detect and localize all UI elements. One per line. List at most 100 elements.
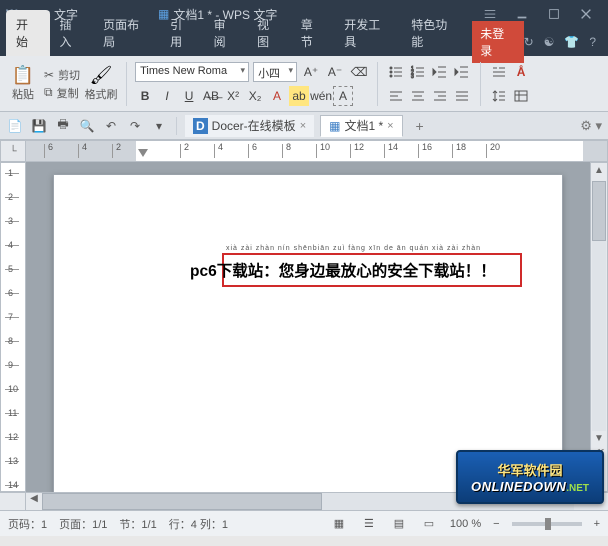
- redo-icon[interactable]: ↷: [126, 117, 144, 135]
- pin-icon[interactable]: 👕: [564, 35, 579, 49]
- brush-icon: 🖌: [90, 65, 113, 86]
- paste-button[interactable]: 📋 粘贴: [6, 65, 40, 102]
- doc1-tab[interactable]: ▦ 文档1 * ×: [320, 115, 402, 137]
- new-tab-button[interactable]: +: [409, 115, 431, 137]
- phonetic-button[interactable]: wén: [311, 86, 331, 106]
- print-preview-icon[interactable]: 🔍: [78, 117, 96, 135]
- align-justify-button[interactable]: [452, 86, 472, 106]
- watermark-en: ONLINEDOWN: [471, 479, 566, 494]
- docer-tab[interactable]: D Docer-在线模板 ×: [185, 115, 314, 137]
- document-text[interactable]: xià zài zhàn nín shēnbiān zuì fàng xīn d…: [190, 259, 496, 281]
- undo-icon[interactable]: ↶: [102, 117, 120, 135]
- h-scroll-thumb[interactable]: [42, 493, 322, 510]
- tab-chapter[interactable]: 章节: [291, 10, 335, 56]
- bold-button[interactable]: B: [135, 86, 155, 106]
- shrink-font-button[interactable]: A⁻: [325, 62, 345, 82]
- scroll-left-arrow[interactable]: ◀: [26, 493, 42, 510]
- tab-reference[interactable]: 引用: [160, 10, 204, 56]
- scroll-thumb[interactable]: [592, 181, 606, 241]
- font-color-button[interactable]: A: [267, 86, 287, 106]
- indent-increase-button[interactable]: [452, 62, 472, 82]
- indent-decrease-button[interactable]: [430, 62, 450, 82]
- new-doc-icon[interactable]: 📄: [6, 117, 24, 135]
- doc1-label: 文档1 *: [344, 117, 383, 134]
- shading-button[interactable]: [511, 86, 531, 106]
- copy-button[interactable]: ⧉复制: [44, 85, 80, 101]
- tab-settings-icon[interactable]: ⚙ ▾: [580, 118, 602, 134]
- tab-features[interactable]: 特色功能: [401, 10, 468, 56]
- text-direction-button[interactable]: Å: [511, 62, 531, 82]
- left-indent-marker[interactable]: [138, 149, 148, 159]
- maximize-button[interactable]: [538, 0, 570, 28]
- doc1-close-icon[interactable]: ×: [387, 120, 393, 132]
- tabs-button[interactable]: [489, 62, 509, 82]
- paste-label: 粘贴: [12, 86, 34, 102]
- bullets-button[interactable]: [386, 62, 406, 82]
- document-tab-row: 📄 💾 🖶 🔍 ↶ ↷ ▾ D Docer-在线模板 × ▦ 文档1 * × +…: [0, 112, 608, 140]
- align-left-button[interactable]: [386, 86, 406, 106]
- zoom-in-button[interactable]: +: [594, 518, 600, 530]
- print-icon[interactable]: 🖶: [54, 117, 72, 135]
- view-reading-button[interactable]: ▭: [420, 515, 438, 533]
- sync-icon[interactable]: ↻: [524, 35, 534, 49]
- docer-icon: D: [193, 118, 208, 134]
- clear-format-button[interactable]: ⌫: [349, 62, 369, 82]
- align-center-button[interactable]: [408, 86, 428, 106]
- status-page-number: 页码：1: [8, 516, 47, 532]
- tab-review[interactable]: 审阅: [204, 10, 248, 56]
- close-button[interactable]: [570, 0, 602, 28]
- zoom-slider[interactable]: [512, 522, 582, 526]
- horizontal-ruler[interactable]: 6 4 2 2 4 6 8 10 12 14 16 18 20: [26, 140, 608, 162]
- zoom-out-button[interactable]: −: [493, 518, 499, 530]
- login-button[interactable]: 未登录: [472, 21, 523, 63]
- scroll-up-arrow[interactable]: ▲: [592, 165, 606, 179]
- status-page-count: 页面：1/1: [59, 516, 107, 532]
- format-painter-button[interactable]: 🖌 格式刷: [84, 65, 118, 102]
- docer-label: Docer-在线模板: [212, 117, 296, 134]
- document-page[interactable]: xià zài zhàn nín shēnbiān zuì fàng xīn d…: [53, 174, 563, 492]
- zoom-label[interactable]: 100 %: [450, 518, 481, 530]
- ruler-corner[interactable]: └: [0, 140, 26, 162]
- vertical-ruler[interactable]: 1 2 3 4 5 6 7 8 9 10 11 12 13 14: [0, 162, 26, 492]
- italic-button[interactable]: I: [157, 86, 177, 106]
- view-print-layout-button[interactable]: ▦: [330, 515, 348, 533]
- status-bar: 页码：1 页面：1/1 节：1/1 行：4 列：1 ▦ ☰ ▤ ▭ 100 % …: [0, 510, 608, 536]
- text-layout-group: Å: [489, 62, 531, 106]
- tab-insert[interactable]: 插入: [50, 10, 94, 56]
- docer-close-icon[interactable]: ×: [300, 120, 306, 132]
- font-size-select[interactable]: 小四: [253, 62, 297, 82]
- strike-button[interactable]: A̶B̶: [201, 86, 221, 106]
- superscript-button[interactable]: X²: [223, 86, 243, 106]
- work-area: 1 2 3 4 5 6 7 8 9 10 11 12 13 14 xià zài…: [0, 162, 608, 492]
- scroll-down-arrow[interactable]: ▼: [592, 433, 606, 447]
- font-group: Times New Roma 小四 A⁺ A⁻ ⌫ B I U A̶B̶ X² …: [135, 62, 369, 106]
- save-icon[interactable]: 💾: [30, 117, 48, 135]
- zoom-knob[interactable]: [545, 518, 551, 530]
- view-web-button[interactable]: ▤: [390, 515, 408, 533]
- align-right-button[interactable]: [430, 86, 450, 106]
- char-border-button[interactable]: A: [333, 86, 353, 106]
- scroll-track[interactable]: [592, 181, 606, 431]
- view-outline-button[interactable]: ☰: [360, 515, 378, 533]
- tab-devtools[interactable]: 开发工具: [334, 10, 401, 56]
- vertical-scrollbar[interactable]: ▲ ▼ ≪ ○ ≫: [590, 162, 608, 492]
- numbering-button[interactable]: 123: [408, 62, 428, 82]
- tab-view[interactable]: 视图: [247, 10, 291, 56]
- copy-icon: ⧉: [44, 85, 53, 100]
- svg-text:3: 3: [411, 74, 414, 80]
- tab-page-layout[interactable]: 页面布局: [93, 10, 160, 56]
- watermark-cn: 华军软件园: [497, 460, 562, 479]
- pinyin-annotation: xià zài zhàn nín shēnbiān zuì fàng xīn d…: [226, 245, 481, 252]
- subscript-button[interactable]: X₂: [245, 86, 265, 106]
- page-canvas[interactable]: xià zài zhàn nín shēnbiān zuì fàng xīn d…: [26, 162, 590, 492]
- skin-icon[interactable]: ☯: [544, 35, 555, 49]
- highlight-button[interactable]: ab: [289, 86, 309, 106]
- help-icon[interactable]: ?: [589, 35, 596, 49]
- line-spacing-button[interactable]: [489, 86, 509, 106]
- underline-button[interactable]: U: [179, 86, 199, 106]
- qat-dropdown[interactable]: ▾: [150, 117, 168, 135]
- grow-font-button[interactable]: A⁺: [301, 62, 321, 82]
- tab-start[interactable]: 开始: [6, 10, 50, 56]
- font-name-select[interactable]: Times New Roma: [135, 62, 249, 82]
- cut-button[interactable]: ✂剪切: [44, 67, 80, 83]
